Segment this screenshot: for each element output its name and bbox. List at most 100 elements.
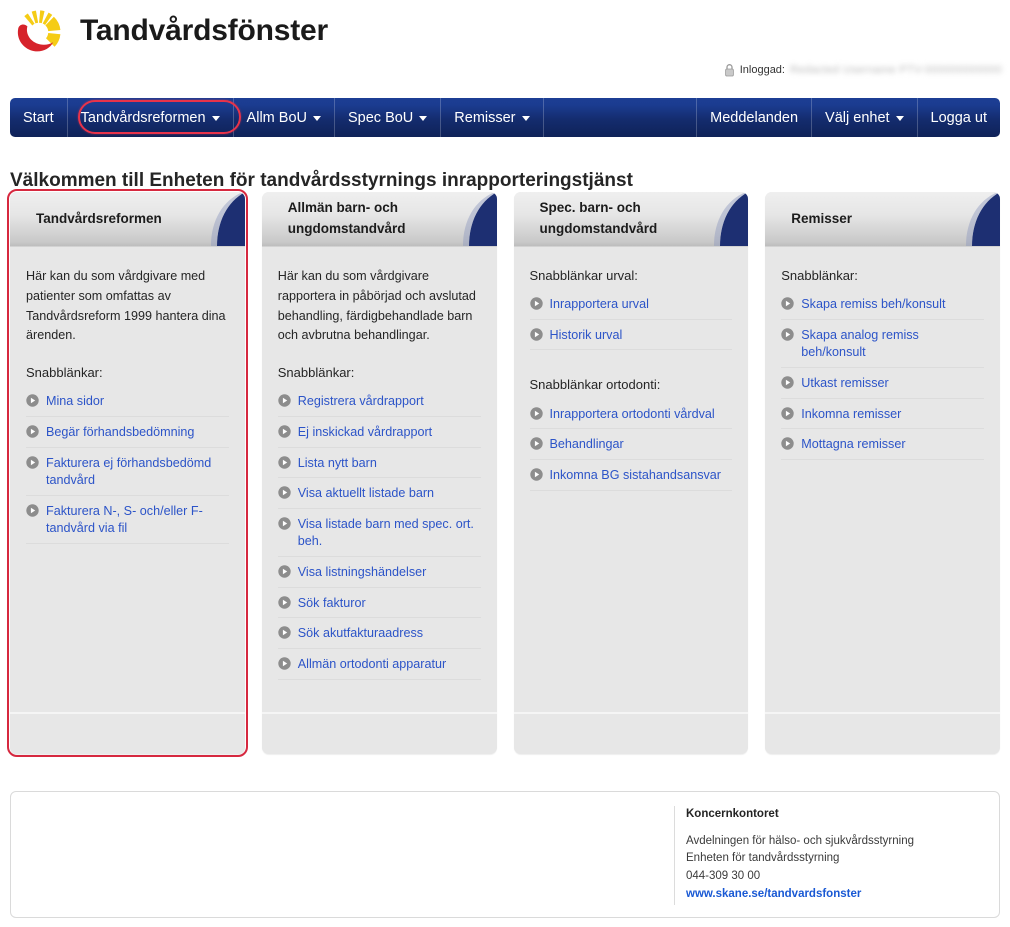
list-item[interactable]: Visa listade barn med spec. ort. beh.: [277, 514, 481, 557]
chevron-down-icon: [895, 116, 904, 121]
play-circle-icon: [278, 657, 291, 673]
chevron-down-icon: [312, 116, 321, 121]
list-item[interactable]: Ej inskickad vårdrapport: [277, 422, 481, 448]
quicklink[interactable]: Fakturera ej förhandsbedömd tandvård: [46, 455, 229, 490]
quicklink[interactable]: Historik urval: [550, 327, 623, 345]
list-item[interactable]: Inrapportera ortodonti vårdval: [529, 404, 733, 430]
card-body: Snabblänkar: Skapa remiss beh/konsult Sk…: [765, 247, 1000, 712]
quicklink[interactable]: Behandlingar: [550, 436, 624, 454]
list-item[interactable]: Begär förhandsbedömning: [26, 422, 229, 448]
play-circle-icon: [781, 297, 794, 313]
nav-item-spec-bou[interactable]: Spec BoU: [335, 98, 442, 137]
list-item[interactable]: Fakturera ej förhandsbedömd tandvård: [26, 453, 229, 496]
card-spec-barn-och-ungdomstandvard[interactable]: Spec. barn- och ungdomstandvård Snabblän…: [513, 192, 749, 754]
play-circle-icon: [529, 328, 543, 344]
chevron-down-icon: [211, 116, 220, 121]
quicklink[interactable]: Lista nytt barn: [298, 455, 377, 473]
list-item[interactable]: Lista nytt barn: [277, 453, 481, 479]
list-item[interactable]: Behandlingar: [529, 434, 733, 460]
list-item[interactable]: Mina sidor: [26, 391, 229, 417]
quicklink-list: Inrapportera urval Historik urval: [529, 294, 733, 351]
play-circle-icon: [278, 626, 291, 642]
list-item[interactable]: Skapa remiss beh/konsult: [781, 294, 984, 320]
card-description: Här kan du som vårdgivare rapportera in …: [277, 269, 476, 343]
quicklink-list: Inrapportera ortodonti vårdval Behandlin…: [529, 404, 733, 491]
card-footer: [10, 712, 245, 754]
play-circle-icon: [26, 394, 39, 410]
app-page: Tandvårdsfönster Inloggad: Redacted User…: [0, 0, 1010, 927]
play-circle-icon: [278, 517, 291, 533]
quicklink[interactable]: Visa listade barn med spec. ort. beh.: [298, 516, 481, 551]
play-circle-icon: [278, 565, 291, 581]
quicklink-list: Mina sidor Begär förhandsbedömning Faktu…: [26, 391, 229, 544]
footer-website-link[interactable]: www.skane.se/tandvardsfonster: [686, 888, 861, 900]
quicklink[interactable]: Utkast remisser: [801, 375, 888, 393]
play-circle-icon: [529, 437, 543, 453]
list-item[interactable]: Registrera vårdrapport: [277, 391, 481, 417]
quicklink[interactable]: Mina sidor: [46, 393, 104, 411]
list-item[interactable]: Allmän ortodonti apparatur: [277, 654, 481, 680]
quicklink[interactable]: Fakturera N-, S- och/eller F-tandvård vi…: [46, 503, 229, 538]
quicklink[interactable]: Inrapportera urval: [550, 296, 649, 314]
nav-item-label: Meddelanden: [710, 109, 799, 126]
quicklink[interactable]: Skapa analog remiss beh/konsult: [801, 327, 984, 362]
card-body: Här kan du som vårdgivare rapportera in …: [261, 247, 497, 712]
list-item[interactable]: Sök akutfakturaadress: [277, 623, 481, 649]
nav-item-label: Välj enhet: [825, 109, 890, 126]
nav-item-label: Spec BoU: [347, 109, 414, 126]
quicklink[interactable]: Sök akutfakturaadress: [298, 625, 423, 643]
play-circle-icon: [781, 437, 794, 453]
nav-item-meddelanden[interactable]: Meddelanden: [697, 98, 813, 137]
corner-fold-decoration: [449, 192, 497, 246]
footer-divider: [674, 806, 675, 905]
nav-item-tandvardsreformen[interactable]: Tandvårdsreformen: [68, 98, 234, 137]
corner-fold-decoration: [952, 192, 1000, 246]
card-remisser[interactable]: Remisser Snabblänkar: Skapa remiss beh/k…: [765, 192, 1000, 754]
list-item[interactable]: Utkast remisser: [781, 373, 984, 399]
play-circle-icon: [529, 468, 543, 484]
list-item[interactable]: Skapa analog remiss beh/konsult: [781, 325, 984, 369]
list-item[interactable]: Fakturera N-, S- och/eller F-tandvård vi…: [26, 501, 229, 544]
chevron-down-icon: [419, 116, 428, 121]
card-tandvardsreformen[interactable]: Tandvårdsreformen Här kan du som vårdgiv…: [7, 189, 248, 757]
logged-in-username: Redacted Username PTV-000000000000: [789, 64, 1002, 76]
list-item[interactable]: Inkomna remisser: [781, 404, 984, 430]
quicklink[interactable]: Begär förhandsbedömning: [46, 424, 194, 442]
nav-item-valj-enhet[interactable]: Välj enhet: [812, 98, 918, 137]
list-item[interactable]: Mottagna remisser: [781, 434, 984, 460]
quicklink[interactable]: Visa aktuellt listade barn: [298, 485, 434, 503]
quicklink[interactable]: Inkomna remisser: [801, 406, 901, 424]
quicklink[interactable]: Skapa remiss beh/konsult: [801, 296, 945, 314]
quicklink[interactable]: Mottagna remisser: [801, 436, 905, 454]
card-section-subhead: Snabblänkar:: [26, 365, 103, 381]
play-circle-icon: [529, 406, 543, 423]
nav-item-remisser[interactable]: Remisser: [441, 98, 544, 137]
card-grid: Tandvårdsreformen Här kan du som vårdgiv…: [7, 189, 1000, 757]
quicklink[interactable]: Sök fakturor: [298, 595, 366, 613]
nav-item-start[interactable]: Start: [10, 98, 68, 137]
quicklink[interactable]: Ej inskickad vårdrapport: [298, 424, 432, 442]
card-description: Här kan du som vårdgivare med patienter …: [26, 269, 226, 343]
play-circle-icon: [781, 406, 794, 423]
quicklink[interactable]: Allmän ortodonti apparatur: [298, 656, 446, 674]
quicklink[interactable]: Inrapportera ortodonti vårdval: [550, 406, 715, 424]
quicklink[interactable]: Visa listningshändelser: [298, 564, 427, 582]
nav-item-logga-ut[interactable]: Logga ut: [918, 98, 1000, 137]
list-item[interactable]: Sök fakturor: [277, 593, 481, 619]
quicklink[interactable]: Registrera vårdrapport: [298, 393, 424, 411]
card-allman-barn-och-ungdomstandvard[interactable]: Allmän barn- och ungdomstandvård Här kan…: [261, 192, 497, 754]
quicklink[interactable]: Inkomna BG sistahandsansvar: [550, 467, 722, 485]
nav-item-allm-bou[interactable]: Allm BoU: [234, 98, 335, 137]
chevron-down-icon: [521, 116, 530, 121]
card-header: Tandvårdsreformen: [10, 192, 245, 247]
masthead: Tandvårdsfönster Inloggad: Redacted User…: [0, 0, 1010, 77]
logged-in-label: Inloggad:: [739, 64, 785, 76]
card-title: Allmän barn- och ungdomstandvård: [287, 200, 406, 236]
nav-item-label: Allm BoU: [246, 109, 307, 126]
list-item[interactable]: Inkomna BG sistahandsansvar: [529, 465, 733, 491]
list-item[interactable]: Visa aktuellt listade barn: [277, 483, 481, 509]
list-item[interactable]: Inrapportera urval: [529, 294, 733, 320]
page-title: Välkommen till Enheten för tandvårdsstyr…: [10, 169, 633, 191]
list-item[interactable]: Historik urval: [529, 325, 733, 351]
list-item[interactable]: Visa listningshändelser: [277, 562, 481, 588]
